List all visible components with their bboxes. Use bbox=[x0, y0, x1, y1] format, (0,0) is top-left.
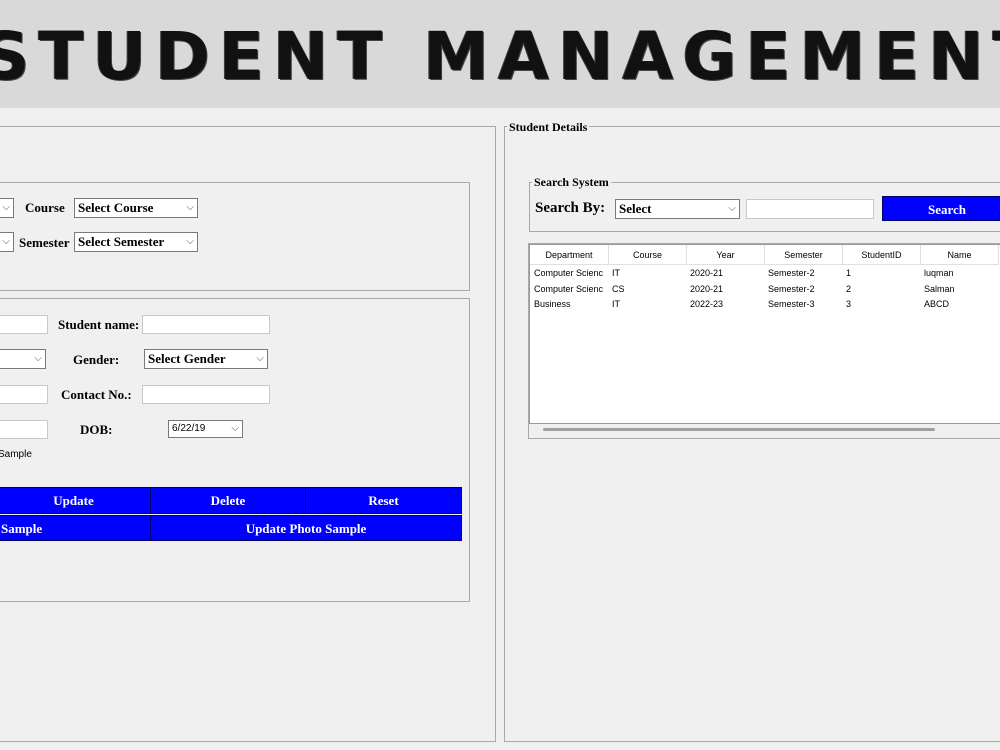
chevron-down-icon: ⌵ bbox=[2, 236, 10, 247]
dob-label: DOB: bbox=[80, 422, 113, 437]
table-cell[interactable]: Salman bbox=[924, 282, 955, 296]
student-details-label: Student Details bbox=[507, 120, 590, 135]
update-photo-sample-button[interactable]: Update Photo Sample bbox=[150, 515, 462, 541]
chevron-down-icon: ⌵ bbox=[231, 423, 239, 434]
student-id-field[interactable] bbox=[0, 315, 48, 334]
student-name-label: Student name: bbox=[58, 317, 140, 332]
roll-no-field[interactable] bbox=[0, 385, 48, 404]
dob-date-picker[interactable]: 6/22/19 ⌵ bbox=[168, 420, 243, 438]
table-cell[interactable]: CS bbox=[612, 282, 625, 296]
semester-label: Semester bbox=[19, 235, 70, 250]
search-system-label: Search System bbox=[532, 175, 611, 190]
student-name-field[interactable] bbox=[142, 315, 270, 334]
photo-sample-radio-label[interactable]: Sample bbox=[0, 449, 32, 460]
search-by-label: Search By: bbox=[535, 200, 606, 216]
table-cell[interactable]: Semester-2 bbox=[768, 266, 815, 280]
horizontal-scrollbar[interactable] bbox=[543, 428, 935, 431]
delete-button[interactable]: Delete bbox=[150, 487, 306, 514]
table-cell[interactable]: Semester-3 bbox=[768, 297, 815, 311]
reset-button[interactable]: Reset bbox=[305, 487, 462, 514]
table-cell[interactable]: 2 bbox=[846, 282, 851, 296]
department-combo[interactable]: ⌵ bbox=[0, 198, 14, 218]
search-input[interactable] bbox=[746, 199, 874, 219]
chevron-down-icon: ⌵ bbox=[2, 202, 10, 213]
course-select-value: Select Course bbox=[78, 200, 154, 215]
table-cell[interactable]: 2020-21 bbox=[690, 282, 723, 296]
table-cell[interactable]: ABCD bbox=[924, 297, 949, 311]
table-cell[interactable]: Computer Scienc bbox=[534, 266, 608, 280]
table-cell[interactable]: Business bbox=[534, 297, 608, 311]
contact-label: Contact No.: bbox=[61, 387, 132, 402]
column-header-department[interactable]: Department bbox=[530, 245, 609, 265]
gender-select[interactable]: Select Gender ⌵ bbox=[144, 349, 268, 369]
table-cell[interactable]: 2020-21 bbox=[690, 266, 723, 280]
table-cell[interactable]: luqman bbox=[924, 266, 954, 280]
chevron-down-icon: ⌵ bbox=[186, 236, 194, 247]
gender-select-value: Select Gender bbox=[148, 351, 226, 366]
column-header-course[interactable]: Course bbox=[609, 245, 687, 265]
division-combo[interactable]: ⌵ bbox=[0, 349, 46, 369]
student-info-frame bbox=[0, 298, 470, 602]
student-table[interactable]: Department Course Year Semester StudentI… bbox=[529, 244, 1000, 424]
column-header-year[interactable]: Year bbox=[687, 245, 765, 265]
table-cell[interactable]: Computer Scienc bbox=[534, 282, 608, 296]
update-button[interactable]: Update bbox=[0, 487, 151, 514]
chevron-down-icon: ⌵ bbox=[728, 203, 736, 214]
table-cell[interactable]: 3 bbox=[846, 297, 851, 311]
semester-select[interactable]: Select Semester ⌵ bbox=[74, 232, 198, 252]
table-cell[interactable]: IT bbox=[612, 266, 620, 280]
search-by-select-value: Select bbox=[619, 201, 652, 216]
column-header-studentid[interactable]: StudentID bbox=[843, 245, 921, 265]
take-photo-sample-button[interactable]: Sample bbox=[0, 515, 151, 541]
course-label: Course bbox=[25, 200, 65, 215]
dob-value: 6/22/19 bbox=[172, 423, 206, 434]
column-header-name[interactable]: Name bbox=[921, 245, 999, 265]
course-select[interactable]: Select Course ⌵ bbox=[74, 198, 198, 218]
year-combo[interactable]: ⌵ bbox=[0, 232, 14, 252]
table-cell[interactable]: Semester-2 bbox=[768, 282, 815, 296]
column-header-semester[interactable]: Semester bbox=[765, 245, 843, 265]
table-cell[interactable]: 1 bbox=[846, 266, 851, 280]
search-button[interactable]: Search bbox=[882, 196, 1000, 221]
email-field[interactable] bbox=[0, 420, 48, 439]
chevron-down-icon: ⌵ bbox=[256, 353, 264, 364]
course-info-frame bbox=[0, 182, 470, 291]
app-title: STUDENT MANAGEMENT SYS bbox=[0, 18, 1000, 95]
gender-label: Gender: bbox=[73, 352, 120, 367]
chevron-down-icon: ⌵ bbox=[186, 202, 194, 213]
table-cell[interactable]: IT bbox=[612, 297, 620, 311]
chevron-down-icon: ⌵ bbox=[34, 353, 42, 364]
title-banner: STUDENT MANAGEMENT SYS bbox=[0, 0, 1000, 108]
contact-field[interactable] bbox=[142, 385, 270, 404]
search-by-select[interactable]: Select ⌵ bbox=[615, 199, 740, 219]
semester-select-value: Select Semester bbox=[78, 234, 165, 249]
table-cell[interactable]: 2022-23 bbox=[690, 297, 723, 311]
